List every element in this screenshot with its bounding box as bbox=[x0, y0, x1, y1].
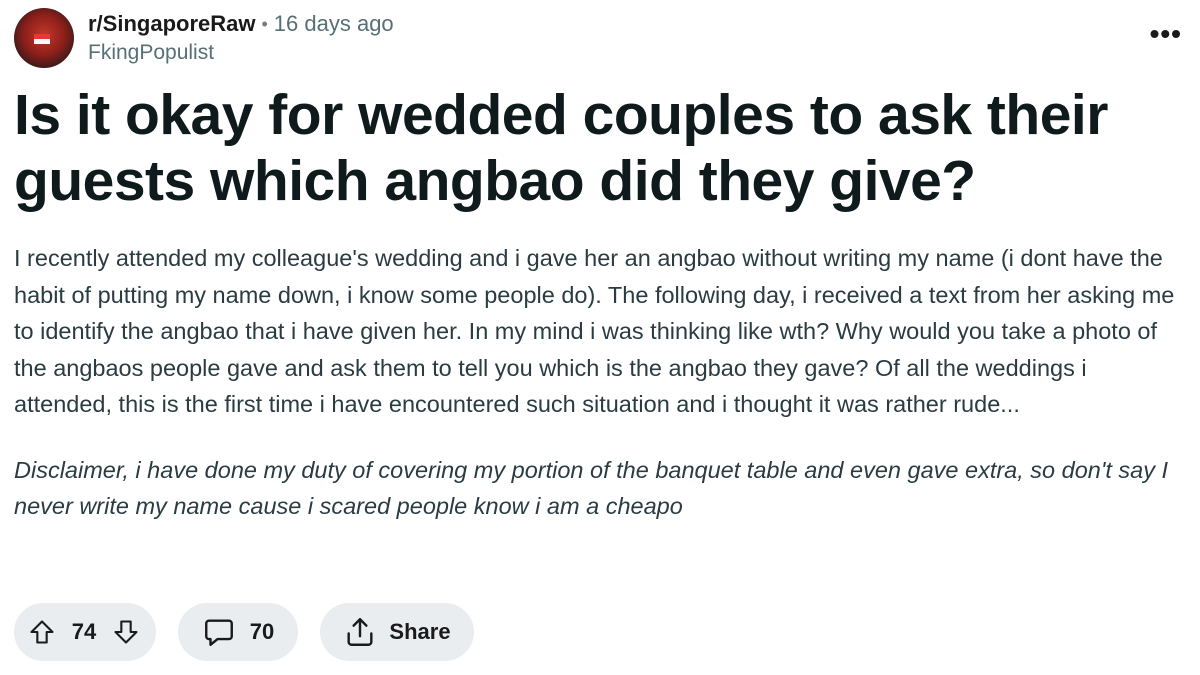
arrow-up-icon bbox=[30, 620, 54, 644]
arrow-down-icon bbox=[114, 620, 138, 644]
meta-top-line: r/SingaporeRaw • 16 days ago bbox=[88, 9, 394, 39]
upvote-button[interactable] bbox=[28, 618, 56, 646]
meta-separator: • bbox=[261, 14, 268, 34]
author-link[interactable]: FkingPopulist bbox=[88, 39, 394, 67]
subreddit-avatar[interactable] bbox=[14, 8, 74, 68]
downvote-button[interactable] bbox=[112, 618, 140, 646]
post-header: r/SingaporeRaw • 16 days ago FkingPopuli… bbox=[14, 8, 394, 68]
post-meta: r/SingaporeRaw • 16 days ago FkingPopuli… bbox=[88, 9, 394, 67]
comment-bubble-icon bbox=[204, 619, 233, 646]
body-paragraph: I recently attended my colleague's weddi… bbox=[14, 245, 1175, 417]
vote-pill: 74 bbox=[14, 603, 156, 661]
subreddit-link[interactable]: r/SingaporeRaw bbox=[88, 9, 255, 39]
vote-count: 74 bbox=[71, 619, 97, 644]
share-icon bbox=[347, 618, 373, 646]
comment-count: 70 bbox=[249, 619, 275, 644]
body-paragraph-disclaimer: Disclaimer, i have done my duty of cover… bbox=[14, 456, 1169, 520]
share-button[interactable]: Share bbox=[320, 603, 474, 661]
post-body: I recently attended my colleague's weddi… bbox=[14, 240, 1189, 525]
share-label: Share bbox=[389, 619, 451, 644]
post-time: 16 days ago bbox=[273, 11, 394, 36]
post-actions: 74 70 Share bbox=[14, 603, 496, 661]
comments-button[interactable]: 70 bbox=[178, 603, 298, 661]
flag-emblem bbox=[34, 34, 50, 44]
more-options-icon[interactable]: ••• bbox=[1150, 20, 1182, 48]
post-card: r/SingaporeRaw • 16 days ago FkingPopuli… bbox=[0, 0, 1200, 675]
post-title[interactable]: Is it okay for wedded couples to ask the… bbox=[14, 82, 1184, 214]
